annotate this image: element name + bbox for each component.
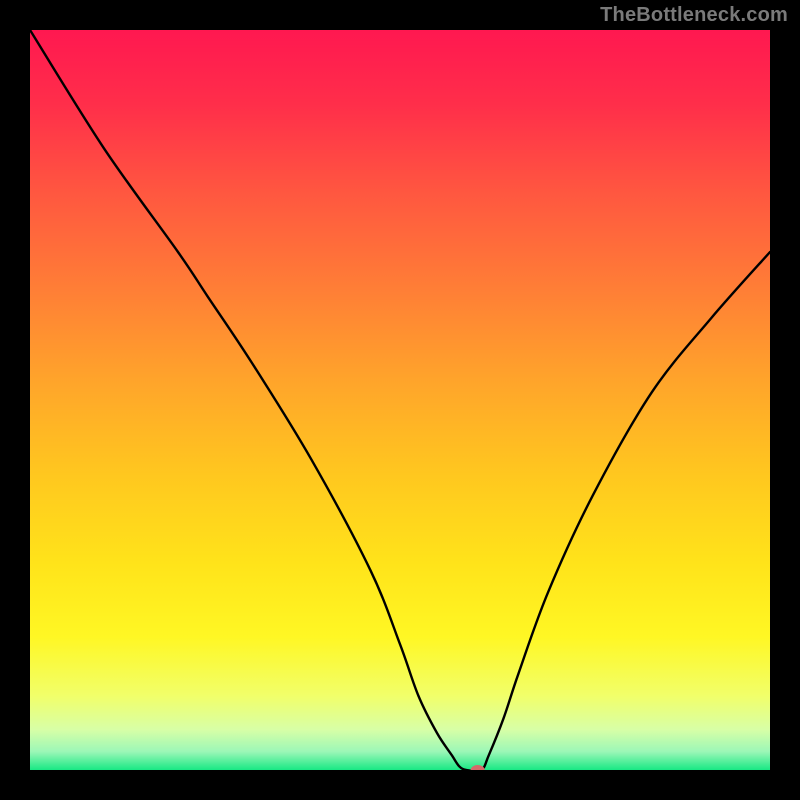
chart-plot-area [30, 30, 770, 770]
chart-background [30, 30, 770, 770]
chart-svg [30, 30, 770, 770]
watermark-text: TheBottleneck.com [600, 4, 788, 27]
chart-frame: TheBottleneck.com [0, 0, 800, 800]
